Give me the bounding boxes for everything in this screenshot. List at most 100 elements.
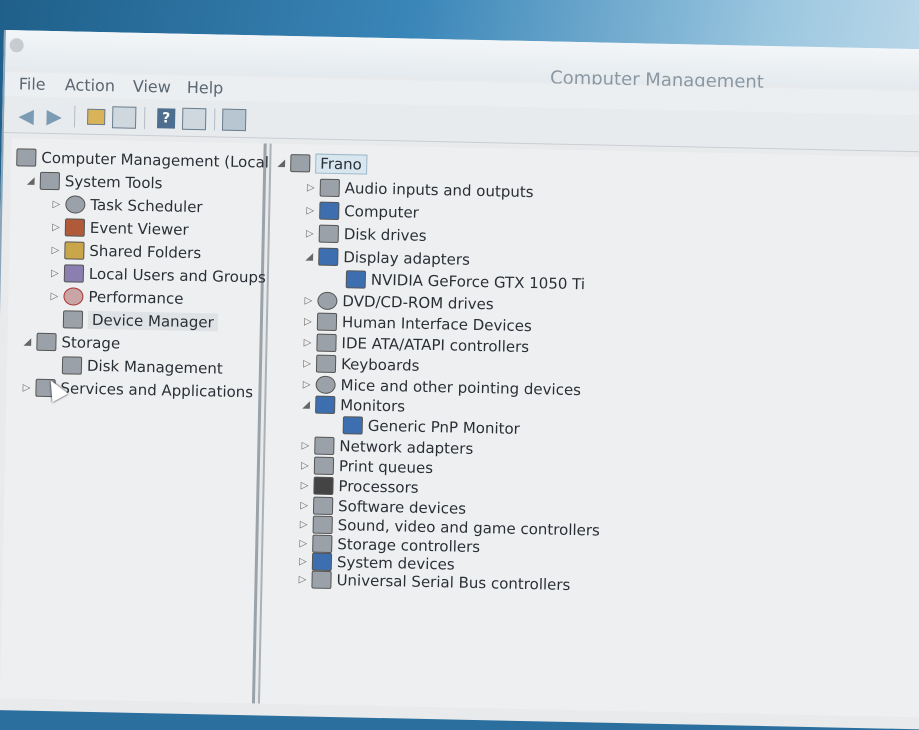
device-manager-icon [62, 310, 84, 329]
tree-item-device-manager[interactable]: Device Manager [60, 308, 218, 333]
mouse-icon [315, 375, 336, 395]
device-category[interactable]: ▷ Disk drives [304, 222, 427, 247]
device-category-label: DVD/CD-ROM drives [342, 292, 494, 314]
ide-controller-icon [316, 333, 337, 353]
expand-arrow-icon[interactable]: ▷ [298, 480, 310, 491]
device-category[interactable]: ▷ Computer [304, 199, 419, 223]
tree-item-label: Computer Management (Local [41, 148, 270, 172]
disk-drive-icon [318, 224, 339, 244]
properties-icon[interactable] [221, 108, 247, 132]
expand-arrow-icon[interactable]: ▷ [49, 245, 61, 256]
dvd-drive-icon [317, 291, 338, 311]
expand-arrow-icon[interactable]: ▷ [301, 358, 313, 369]
toolbar-separator [213, 108, 216, 131]
menu-action[interactable]: Action [65, 75, 115, 95]
expand-arrow-icon[interactable]: ▷ [298, 500, 310, 511]
help-icon[interactable]: ? [154, 106, 178, 130]
tree-item-label: System Tools [64, 172, 163, 193]
menu-view[interactable]: View [133, 77, 171, 97]
window-icon[interactable] [9, 38, 24, 53]
menu-file[interactable]: File [19, 74, 46, 94]
tree-item-event-viewer[interactable]: ▷ Event Viewer [50, 216, 189, 241]
collapse-arrow-icon[interactable]: ◢ [21, 336, 33, 347]
expand-arrow-icon[interactable]: ▷ [297, 538, 309, 549]
computer-icon [319, 201, 340, 221]
event-viewer-icon [64, 218, 86, 237]
device-category-label: Disk drives [343, 225, 427, 245]
show-hide-console-tree-icon[interactable] [111, 105, 137, 129]
tree-item-local-users-and-groups[interactable]: ▷ Local Users and Groups [49, 262, 266, 289]
expand-arrow-icon[interactable]: ▷ [50, 199, 62, 210]
expand-arrow-icon[interactable]: ▷ [299, 460, 311, 471]
tree-item-performance[interactable]: ▷ Performance [48, 285, 184, 310]
forward-arrow-icon[interactable]: ▶ [42, 104, 66, 128]
expand-arrow-icon[interactable]: ▷ [305, 182, 317, 193]
tree-item-label: Local Users and Groups [88, 264, 266, 287]
device-category-label: Universal Serial Bus controllers [336, 571, 571, 594]
software-device-icon [312, 496, 334, 515]
network-adapter-icon [314, 436, 335, 456]
expand-arrow-icon[interactable]: ▷ [301, 379, 313, 390]
tree-item-label-selected: Device Manager [87, 310, 218, 332]
display-adapter-icon [345, 270, 367, 289]
computer-icon [290, 154, 311, 173]
tree-item-system-tools[interactable]: ◢ System Tools [25, 169, 163, 194]
device-category[interactable]: ◢ Display adapters [303, 245, 470, 270]
toolbar-separator [143, 106, 146, 129]
display-adapter-icon [318, 247, 339, 267]
expand-arrow-icon[interactable]: ▷ [20, 382, 32, 393]
tree-item-label: Event Viewer [89, 218, 189, 239]
processor-icon [313, 476, 334, 495]
tree-item-shared-folders[interactable]: ▷ Shared Folders [49, 239, 201, 264]
expand-arrow-icon[interactable]: ▷ [304, 228, 316, 239]
computer-management-icon [16, 148, 37, 167]
computer-management-window: Computer Management File Action View Hel… [0, 30, 919, 730]
expand-arrow-icon[interactable]: ▷ [299, 440, 311, 451]
tree-item-label: Task Scheduler [90, 195, 203, 217]
collapse-arrow-icon[interactable]: ◢ [275, 157, 287, 168]
hid-icon [316, 312, 338, 332]
tree-item-storage[interactable]: ◢ Storage [21, 330, 120, 354]
tree-item-computer-root[interactable]: ◢ Frano [275, 152, 368, 176]
tree-item-task-scheduler[interactable]: ▷ Task Scheduler [50, 193, 203, 218]
monitor-icon [315, 395, 336, 415]
menu-help[interactable]: Help [187, 78, 224, 98]
expand-arrow-icon[interactable]: ▷ [50, 222, 62, 233]
expand-arrow-icon[interactable]: ▷ [296, 574, 308, 585]
expand-arrow-icon[interactable]: ▷ [297, 556, 309, 567]
device-category[interactable]: ▷ Universal Serial Bus controllers [296, 568, 571, 596]
collapse-arrow-icon[interactable]: ◢ [300, 399, 312, 410]
usb-icon [311, 570, 332, 589]
keyboard-icon [315, 354, 337, 374]
expand-arrow-icon[interactable]: ▷ [49, 267, 61, 279]
expand-arrow-icon[interactable]: ▷ [304, 205, 316, 216]
sound-icon [312, 515, 333, 534]
tree-item-disk-management[interactable]: Disk Management [59, 354, 223, 379]
printer-icon [313, 456, 335, 476]
collapse-arrow-icon[interactable]: ◢ [25, 175, 37, 186]
computer-name: Frano [315, 153, 368, 175]
collapse-arrow-icon[interactable]: ◢ [303, 251, 315, 262]
expand-arrow-icon[interactable]: ▷ [301, 337, 313, 348]
device-category-label: Keyboards [340, 355, 420, 375]
expand-arrow-icon[interactable]: ▷ [298, 519, 310, 530]
expand-arrow-icon[interactable]: ▷ [302, 295, 314, 306]
tree-item-label: Shared Folders [89, 241, 202, 263]
back-arrow-icon[interactable]: ◀ [14, 103, 38, 127]
action-pane-icon[interactable] [181, 107, 207, 131]
system-tools-icon [39, 171, 61, 191]
console-tree-pane: Computer Management (Local ◢ System Tool… [0, 138, 270, 704]
device-category-label: Print queues [338, 457, 434, 478]
device-list-pane: ◢ Frano ▷ Audio inputs and outputs ▷ Compu… [257, 143, 919, 719]
tree-item-label: Performance [88, 287, 184, 308]
up-folder-icon[interactable] [84, 105, 108, 129]
device-category-label: Audio inputs and outputs [344, 179, 534, 202]
expand-arrow-icon[interactable]: ▷ [48, 290, 60, 302]
device-category-label: Processors [338, 477, 419, 497]
disk-management-icon [61, 356, 83, 375]
shared-folder-icon [64, 241, 85, 260]
expand-arrow-icon[interactable]: ▷ [302, 316, 314, 327]
tree-item-label: Disk Management [86, 356, 223, 378]
users-icon [63, 264, 85, 283]
device-category-label: Display adapters [343, 248, 471, 269]
